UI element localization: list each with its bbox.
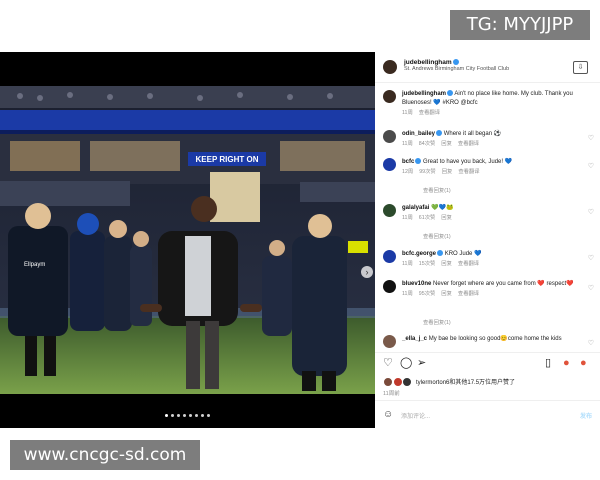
commenter-username[interactable]: bcfc.george [402,251,436,257]
add-comment-bar: ☺ 添加评论... 发布 [375,400,600,429]
see-translation-link[interactable]: 查看翻译 [458,141,479,147]
likes-summary[interactable]: tylermorton6和其他17.5万位用户赞了 [383,377,516,388]
comment-likes[interactable]: 61次赞 [419,215,436,221]
post-actions: ♡ ◯ ➢ ▯ ● ● [375,352,600,373]
comment-text: KRO Jude 💙 [444,251,482,257]
comment-text: My bae be looking so good😊come home the … [428,336,562,342]
comment-time: 12周 [402,169,414,175]
comment-icon[interactable]: ◯ [400,358,412,369]
commenter-username[interactable]: bcfc [402,159,414,165]
post-location[interactable]: St. Andrews Birmingham City Football Clu… [404,66,509,72]
likes-text: tylermorton6和其他17.5万位用户赞了 [416,380,516,386]
like-comment-icon[interactable]: ♡ [588,254,594,262]
like-comment-icon[interactable]: ♡ [588,284,594,292]
verified-badge-icon [415,158,422,165]
view-replies-link[interactable]: 查看回复(1) [423,232,451,240]
see-translation-link[interactable]: 查看翻译 [419,110,440,116]
banner-text: KEEP RIGHT ON [196,155,259,164]
commenter-avatar[interactable] [383,335,396,348]
like-comment-icon[interactable]: ♡ [588,134,594,142]
commenter-avatar[interactable] [383,280,396,293]
liker-avatar [392,377,403,388]
carousel-dot [195,414,198,417]
comment-item: _ella_j_c My bae be looking so good😊come… [375,335,600,351]
red-action-icon[interactable]: ● [563,358,570,369]
verified-badge-icon [452,59,459,66]
comment-text: Great to have you back, Jude! 💙 [423,159,513,165]
carousel-dot [207,414,210,417]
carousel-dot [189,414,192,417]
see-translation-link[interactable]: 查看翻译 [458,291,479,297]
watermark-bottom: www.cncgc-sd.com [10,440,200,470]
reply-link[interactable]: 回复 [441,215,452,221]
comment-time: 11周 [402,291,413,297]
instagram-post: KEEP RIGHT ON Ellpaym › judebellingham S… [0,52,600,428]
liker-avatar [383,377,393,388]
next-slide-button[interactable]: › [361,266,373,278]
comment-likes[interactable]: 84次赞 [419,141,436,147]
share-icon[interactable]: ➢ [417,358,426,369]
view-replies-link[interactable]: 查看回复(1) [423,186,451,194]
verified-badge-icon [447,90,454,97]
commenter-avatar[interactable] [383,204,396,217]
post-photo[interactable]: KEEP RIGHT ON Ellpaym › [0,86,375,442]
comment-text: Never forget where are you came from ❤️ … [433,281,574,287]
verified-badge-icon [437,250,444,257]
reply-link[interactable]: 回复 [441,141,452,147]
commenter-username[interactable]: galalyafai [402,205,429,211]
comment-time: 11周 [402,261,413,267]
liker-avatar [402,377,413,388]
commenter-avatar[interactable] [383,130,396,143]
like-icon[interactable]: ♡ [383,358,393,369]
shirt-text: Ellpaym [24,262,45,268]
bookmark-icon[interactable]: ▯ [545,358,551,369]
commenter-username[interactable]: bluev10ne [402,281,431,287]
like-comment-icon[interactable]: ♡ [588,339,594,347]
comment-text: Where it all began ⚽ [443,131,502,137]
caption-time: 11周 [402,110,413,116]
post-header: judebellingham St. Andrews Birmingham Ci… [375,52,600,83]
commenter-avatar[interactable] [383,158,396,171]
emoji-icon[interactable]: ☺ [383,409,393,420]
reply-link[interactable]: 回复 [441,261,452,267]
like-comment-icon[interactable]: ♡ [588,162,594,170]
author-username[interactable]: judebellingham [404,59,452,66]
comment-time: 11周 [402,215,413,221]
see-translation-link[interactable]: 查看翻译 [458,261,479,267]
author-avatar[interactable] [383,60,397,74]
caption-avatar[interactable] [383,90,396,103]
reply-link[interactable]: 回复 [442,169,453,175]
commenter-username[interactable]: odin_bailey [402,131,435,137]
view-replies-link[interactable]: 查看回复(1) [423,318,451,326]
stadium-photo-illustration: KEEP RIGHT ON Ellpaym [0,86,375,394]
red-action-icon-2[interactable]: ● [580,358,587,369]
like-comment-icon[interactable]: ♡ [588,208,594,216]
post-time: 11周前 [383,391,400,397]
carousel-dot [177,414,180,417]
carousel-dot [183,414,186,417]
post-comment-button[interactable]: 发布 [580,411,592,420]
carousel-dot-active [165,414,168,417]
photo-pane: KEEP RIGHT ON Ellpaym › [0,52,375,428]
verified-badge-icon [436,130,443,137]
watermark-top: TG: MYYJJPP [450,10,590,40]
carousel-dot [171,414,174,417]
comment-likes[interactable]: 95次赞 [419,291,436,297]
carousel-indicator [165,414,210,417]
comment-likes[interactable]: 99次赞 [419,169,436,175]
comment-likes[interactable]: 15次赞 [419,261,436,267]
commenter-avatar[interactable] [383,250,396,263]
comment-text: 💚💙🐸 [431,205,454,211]
see-translation-link[interactable]: 查看翻译 [458,169,479,175]
add-comment-input[interactable]: 添加评论... [401,411,430,420]
reply-link[interactable]: 回复 [441,291,452,297]
caption-username[interactable]: judebellingham [402,91,446,97]
download-icon[interactable]: ⇩ [573,61,588,74]
post-sidebar: judebellingham St. Andrews Birmingham Ci… [375,52,600,428]
comment-time: 11周 [402,141,413,147]
carousel-dot [201,414,204,417]
commenter-username[interactable]: _ella_j_c [402,336,427,342]
